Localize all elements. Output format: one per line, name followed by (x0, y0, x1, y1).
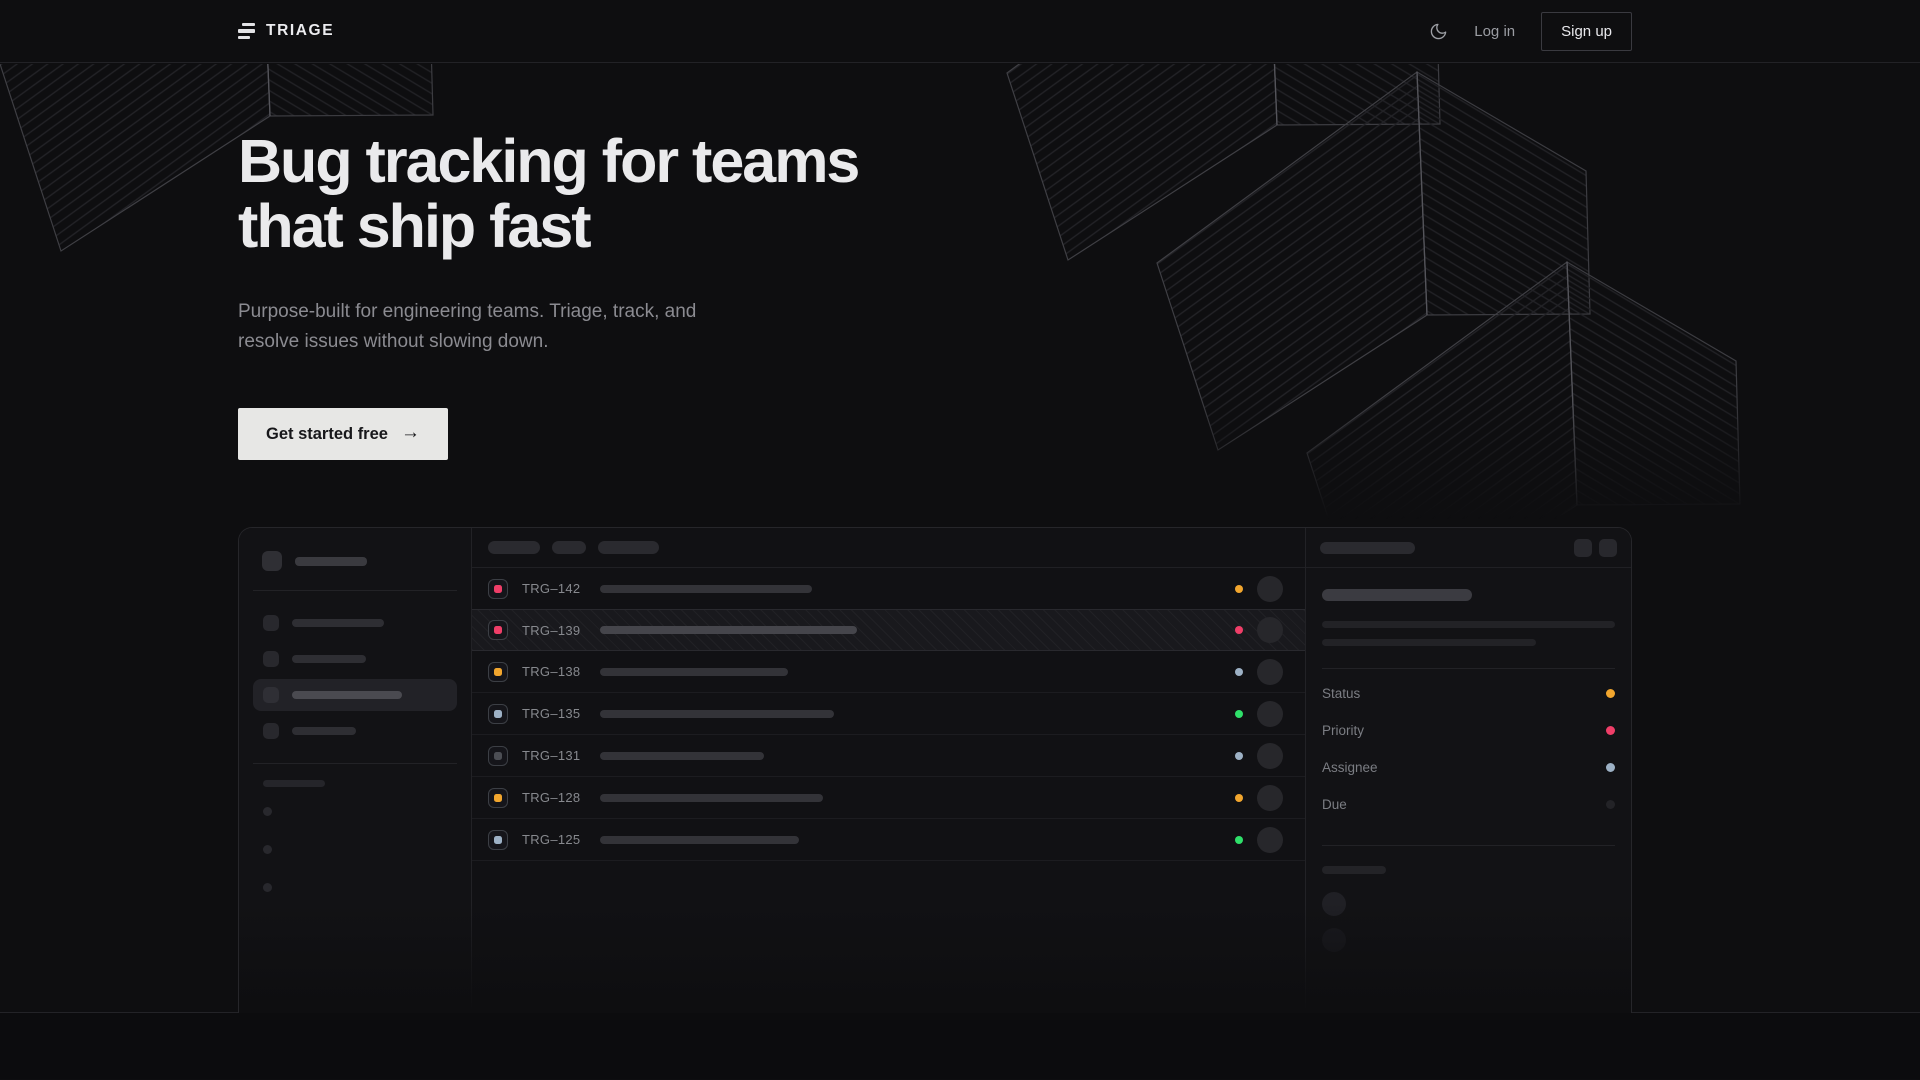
issue-type-icon (488, 704, 508, 724)
issue-assignee-avatar (1257, 659, 1283, 685)
sidebar-dot-placeholder (263, 883, 272, 892)
issue-title-placeholder (600, 794, 823, 802)
detail-property-row: Assignee (1322, 749, 1615, 786)
property-label: Assignee (1322, 760, 1378, 775)
detail-property-row: Priority (1322, 712, 1615, 749)
property-value-dot (1606, 763, 1615, 772)
detail-panel-header (1306, 528, 1631, 568)
issue-type-icon (488, 620, 508, 640)
issue-assignee-avatar (1257, 827, 1283, 853)
comment-avatar-placeholder (1322, 928, 1346, 952)
property-label: Priority (1322, 723, 1364, 738)
hero-subtitle: Purpose-built for engineering teams. Tri… (238, 297, 718, 359)
property-value-dot (1606, 689, 1615, 698)
issue-title-placeholder (600, 668, 788, 676)
issue-id: TRG–139 (522, 623, 588, 638)
top-nav: TRIAGE Log in Sign up (0, 0, 1920, 63)
signup-button[interactable]: Sign up (1541, 12, 1632, 51)
detail-header-placeholder (1320, 542, 1415, 554)
property-label: Status (1322, 686, 1360, 701)
sidebar-dot-placeholder (263, 807, 272, 816)
issue-assignee-avatar (1257, 785, 1283, 811)
issue-assignee-avatar (1257, 617, 1283, 643)
issue-row: TRG–125 (472, 819, 1305, 861)
detail-title-placeholder (1322, 589, 1472, 601)
brand-name: TRIAGE (266, 22, 334, 40)
theme-toggle-button[interactable] (1429, 22, 1448, 41)
mockup-detail-panel: Status Priority Assignee Due (1306, 528, 1631, 1013)
issue-row: TRG–128 (472, 777, 1305, 819)
detail-description-placeholder (1322, 621, 1615, 628)
sidebar-dot-placeholder (263, 845, 272, 854)
sidebar-item-placeholder (253, 607, 457, 639)
issue-type-icon (488, 579, 508, 599)
detail-description-placeholder (1322, 639, 1536, 646)
issue-title-placeholder (600, 626, 857, 634)
issue-title-placeholder (600, 752, 764, 760)
property-value-dot (1606, 726, 1615, 735)
detail-action-placeholder (1599, 539, 1617, 557)
issue-row: TRG–138 (472, 651, 1305, 693)
hero-section: Bug tracking for teams that ship fast Pu… (0, 63, 1920, 1013)
get-started-button[interactable]: Get started free → (238, 408, 448, 460)
mockup-workspace-row (253, 548, 457, 574)
detail-comments-label-placeholder (1322, 866, 1386, 874)
property-label: Due (1322, 797, 1347, 812)
issue-id: TRG–128 (522, 790, 588, 805)
triage-logo-icon (238, 23, 255, 39)
app-mockup: TRG–142 TRG–139 TRG–138 TRG–135 TRG–131 (238, 527, 1632, 1013)
issue-type-icon (488, 830, 508, 850)
issue-row: TRG–135 (472, 693, 1305, 735)
issue-status-dot (1235, 626, 1243, 634)
issue-row: TRG–142 (472, 568, 1305, 610)
filter-pill-placeholder (552, 541, 586, 554)
filter-pill-placeholder (488, 541, 540, 554)
issue-id: TRG–135 (522, 706, 588, 721)
issue-status-dot (1235, 710, 1243, 718)
issue-title-placeholder (600, 836, 799, 844)
issue-list-filter-bar (472, 528, 1305, 568)
issue-assignee-avatar (1257, 701, 1283, 727)
issue-title-placeholder (600, 585, 812, 593)
detail-property-row: Status (1322, 675, 1615, 712)
brand-logo[interactable]: TRIAGE (238, 22, 334, 40)
sidebar-section-label-placeholder (263, 780, 325, 787)
workspace-icon-placeholder (262, 551, 282, 571)
login-link[interactable]: Log in (1474, 23, 1515, 40)
issue-title-placeholder (600, 710, 834, 718)
moon-icon (1429, 22, 1448, 41)
detail-property-row: Due (1322, 786, 1615, 823)
sidebar-item-selected-placeholder (253, 679, 457, 711)
issue-row: TRG–131 (472, 735, 1305, 777)
issue-type-icon (488, 788, 508, 808)
issue-status-dot (1235, 794, 1243, 802)
comment-avatar-placeholder (1322, 892, 1346, 916)
issue-row: TRG–139 (472, 609, 1305, 651)
detail-action-placeholder (1574, 539, 1592, 557)
property-value-dot (1606, 800, 1615, 809)
arrow-right-icon: → (401, 422, 420, 444)
issue-id: TRG–125 (522, 832, 588, 847)
sidebar-item-placeholder (253, 715, 457, 747)
issue-assignee-avatar (1257, 576, 1283, 602)
issue-assignee-avatar (1257, 743, 1283, 769)
mockup-sidebar (239, 528, 472, 1013)
footer-strip (0, 1013, 1920, 1079)
issue-id: TRG–131 (522, 748, 588, 763)
issue-status-dot (1235, 836, 1243, 844)
sidebar-item-placeholder (253, 643, 457, 675)
hero-heading: Bug tracking for teams that ship fast (238, 129, 1920, 260)
mockup-issue-list: TRG–142 TRG–139 TRG–138 TRG–135 TRG–131 (472, 528, 1306, 1013)
issue-status-dot (1235, 752, 1243, 760)
workspace-name-placeholder (295, 557, 367, 566)
issue-id: TRG–138 (522, 664, 588, 679)
issue-id: TRG–142 (522, 581, 588, 596)
issue-status-dot (1235, 585, 1243, 593)
issue-status-dot (1235, 668, 1243, 676)
issue-type-icon (488, 662, 508, 682)
filter-pill-placeholder (598, 541, 659, 554)
issue-type-icon (488, 746, 508, 766)
